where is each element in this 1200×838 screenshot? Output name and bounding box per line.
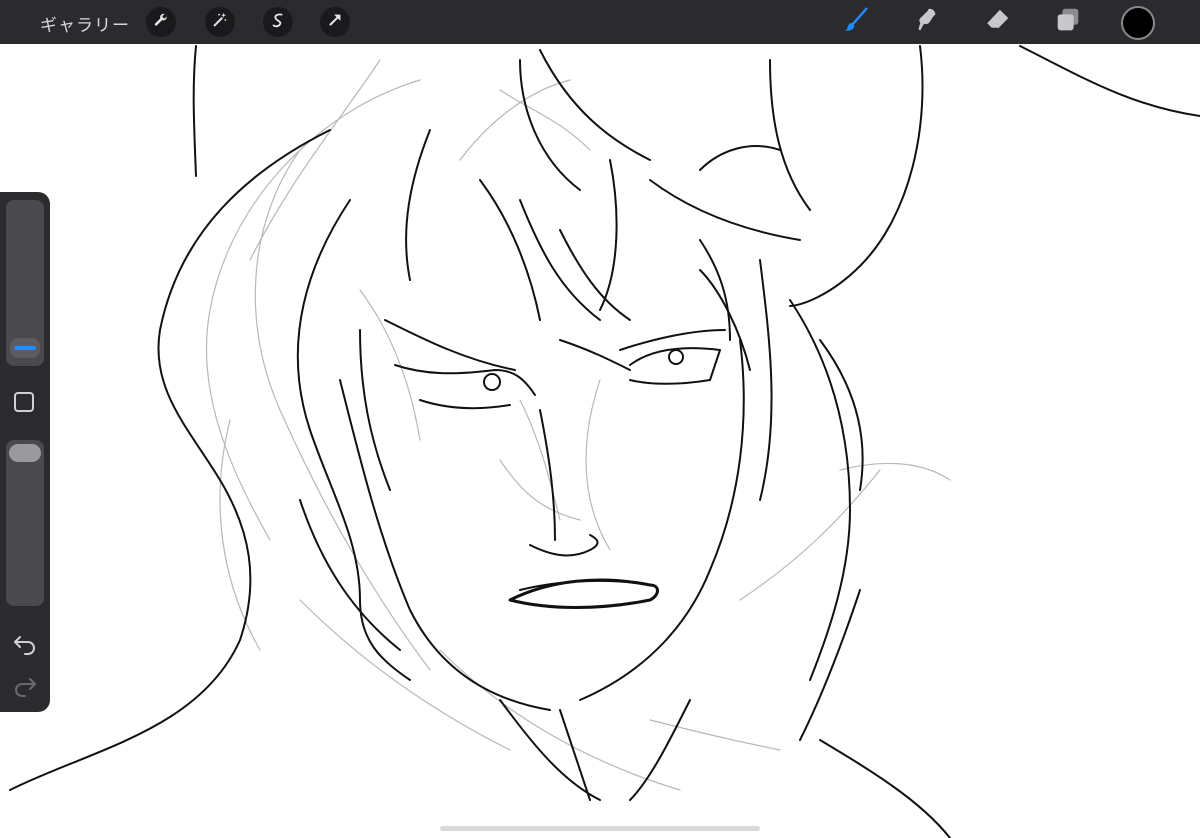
smudge-button[interactable]	[910, 6, 942, 38]
brush-button[interactable]	[840, 6, 872, 38]
magic-wand-icon	[211, 11, 229, 33]
undo-button[interactable]	[12, 630, 38, 656]
actions-button[interactable]	[146, 7, 176, 37]
drawing-canvas[interactable]	[0, 44, 1200, 838]
left-sidebar	[0, 192, 50, 712]
home-indicator	[440, 826, 760, 831]
adjustments-button[interactable]	[205, 7, 235, 37]
smudge-icon	[911, 5, 941, 39]
eraser-button[interactable]	[982, 6, 1014, 38]
layers-button[interactable]	[1052, 6, 1084, 38]
brush-size-slider[interactable]	[6, 200, 44, 366]
opacity-thumb[interactable]	[9, 444, 41, 462]
redo-button[interactable]	[12, 672, 38, 698]
undo-icon	[12, 636, 38, 660]
eraser-icon	[983, 5, 1013, 39]
color-picker-button[interactable]	[1121, 6, 1155, 40]
gallery-button[interactable]: ギャラリー	[40, 11, 130, 36]
transform-arrow-icon	[326, 11, 344, 33]
opacity-slider[interactable]	[6, 440, 44, 606]
modify-button[interactable]	[14, 392, 34, 412]
selection-button[interactable]	[263, 7, 293, 37]
redo-icon	[12, 678, 38, 702]
transform-button[interactable]	[320, 7, 350, 37]
wrench-icon	[152, 11, 170, 33]
layers-icon	[1053, 5, 1083, 39]
selection-icon	[269, 11, 287, 33]
brush-icon	[841, 5, 871, 39]
top-toolbar: ギャラリー	[0, 0, 1200, 44]
brush-size-indicator	[14, 346, 36, 350]
